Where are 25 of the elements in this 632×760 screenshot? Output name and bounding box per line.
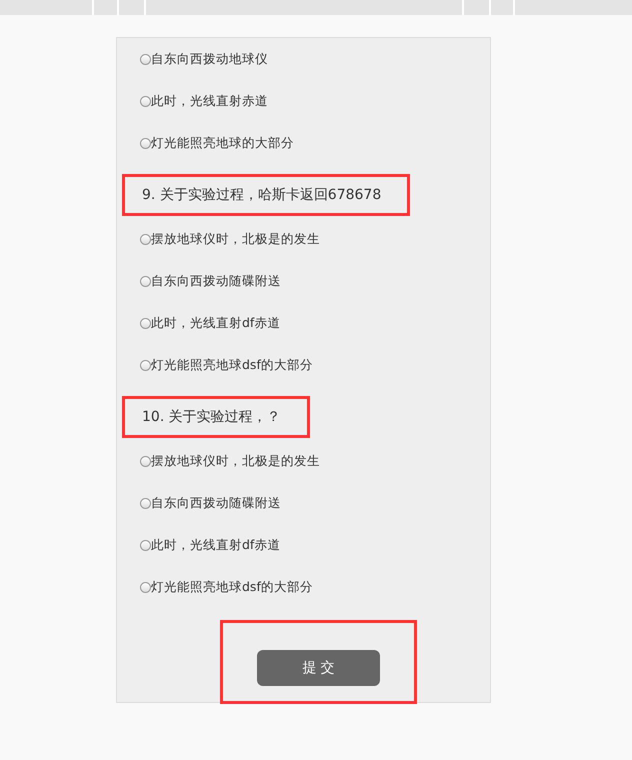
option-label: 灯光能照亮地球dsf的大部分 [151,578,313,596]
radio-button[interactable] [140,234,151,244]
radio-button[interactable] [140,96,151,106]
option-label: 自东向西拨动随碟附送 [151,272,281,290]
option-label: 自东向西拨动随碟附送 [151,494,281,512]
option-label: 此时，光线直射df赤道 [151,314,280,332]
option-label: 灯光能照亮地球dsf的大部分 [151,356,313,374]
radio-button[interactable] [140,456,151,466]
radio-button[interactable] [140,498,151,508]
option-label: 摆放地球仪时，北极是的发生 [151,452,320,470]
radio-button[interactable] [140,138,151,148]
option-label: 此时，光线直射df赤道 [151,536,280,554]
radio-button[interactable] [140,360,151,370]
question-title: 10. 关于实验过程，？ [122,396,310,438]
option-label: 灯光能照亮地球的大部分 [151,134,294,152]
option-label: 自东向西拨动地球仪 [151,50,268,68]
radio-button[interactable] [140,276,151,286]
question-title: 9. 关于实验过程，哈斯卡返回678678 [122,174,410,216]
submit-button[interactable]: 提 交 [257,650,380,686]
option-label: 此时，光线直射赤道 [151,92,268,110]
radio-button[interactable] [140,582,151,592]
option-label: 摆放地球仪时，北极是的发生 [151,230,320,248]
radio-button[interactable] [140,54,151,64]
radio-button[interactable] [140,540,151,550]
radio-button[interactable] [140,318,151,328]
